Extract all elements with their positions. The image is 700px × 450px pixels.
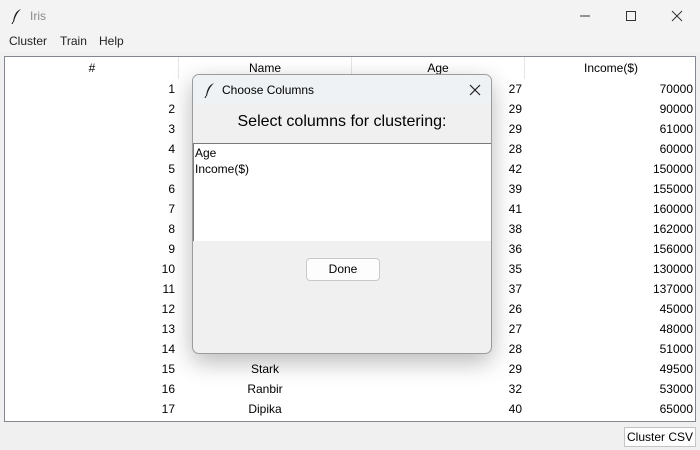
cell-age: 29 [508,362,522,376]
list-option-age[interactable]: Age [195,146,216,160]
cluster-csv-button[interactable]: Cluster CSV [624,427,696,447]
done-button[interactable]: Done [306,258,380,281]
maximize-icon [626,11,636,21]
cell-number: 4 [168,142,175,156]
table-row[interactable]: 15 Stark 29 49500 [5,359,695,379]
cell-number: 12 [161,302,175,316]
cell-name: Stark [250,362,279,376]
cell-income: 48000 [659,322,693,336]
cell-income: 70000 [659,82,693,96]
cell-income: 130000 [652,262,693,276]
choose-columns-dialog: Choose Columns Select columns for cluste… [192,74,492,354]
cell-income: 90000 [659,102,693,116]
cell-number: 14 [161,342,175,356]
cell-number: 10 [161,262,175,276]
cell-number: 17 [161,402,175,416]
cell-number: 5 [168,162,175,176]
column-header-income[interactable]: Income($) [525,57,695,79]
cell-income: 65000 [659,402,693,416]
cell-number: 2 [168,102,175,116]
window-title: Iris [30,9,46,23]
cell-number: 8 [168,222,175,236]
cell-income: 155000 [652,182,693,196]
feather-icon [203,82,217,99]
minimize-button[interactable] [562,0,608,32]
close-icon [469,84,481,96]
cell-income: 137000 [652,282,693,296]
dialog-close-button[interactable] [463,80,487,100]
cell-income: 53000 [659,382,693,396]
cell-income: 45000 [659,302,693,316]
dialog-titlebar: Choose Columns [193,75,491,105]
cell-age: 40 [508,402,522,416]
menu-bar: Cluster Train Help [0,32,700,52]
minimize-icon [580,15,590,17]
list-option-income[interactable]: Income($) [195,162,249,176]
columns-listbox[interactable]: Age Income($) [193,143,491,241]
table-row[interactable]: 16 Ranbir 32 53000 [5,379,695,399]
maximize-button[interactable] [608,0,654,32]
cell-number: 9 [168,242,175,256]
cell-income: 49500 [659,362,693,376]
cell-number: 13 [161,322,175,336]
cell-number: 15 [161,362,175,376]
menu-train[interactable]: Train [59,34,88,48]
window-titlebar: Iris [0,0,700,32]
cell-income: 160000 [652,202,693,216]
close-button[interactable] [654,0,700,32]
cell-income: 60000 [659,142,693,156]
cell-number: 1 [168,82,175,96]
cell-income: 150000 [652,162,693,176]
cell-name: Ranbir [247,382,283,396]
cell-income: 61000 [659,122,693,136]
column-header-number[interactable]: # [5,57,179,79]
cell-number: 3 [168,122,175,136]
cell-income: 51000 [659,342,693,356]
cell-number: 16 [161,382,175,396]
dialog-heading: Select columns for clustering: [237,113,447,130]
cell-age: 32 [508,382,522,396]
cell-number: 6 [168,182,175,196]
cell-number: 7 [168,202,175,216]
cell-income: 162000 [652,222,693,236]
feather-icon [10,8,24,25]
menu-help[interactable]: Help [98,34,125,48]
table-row[interactable]: 17 Dipika 40 65000 [5,399,695,419]
dialog-title: Choose Columns [222,83,315,97]
close-icon [671,10,683,22]
cell-name: Dipika [248,402,282,416]
menu-cluster[interactable]: Cluster [8,34,48,48]
cell-number: 11 [162,282,175,296]
cell-income: 156000 [652,242,693,256]
